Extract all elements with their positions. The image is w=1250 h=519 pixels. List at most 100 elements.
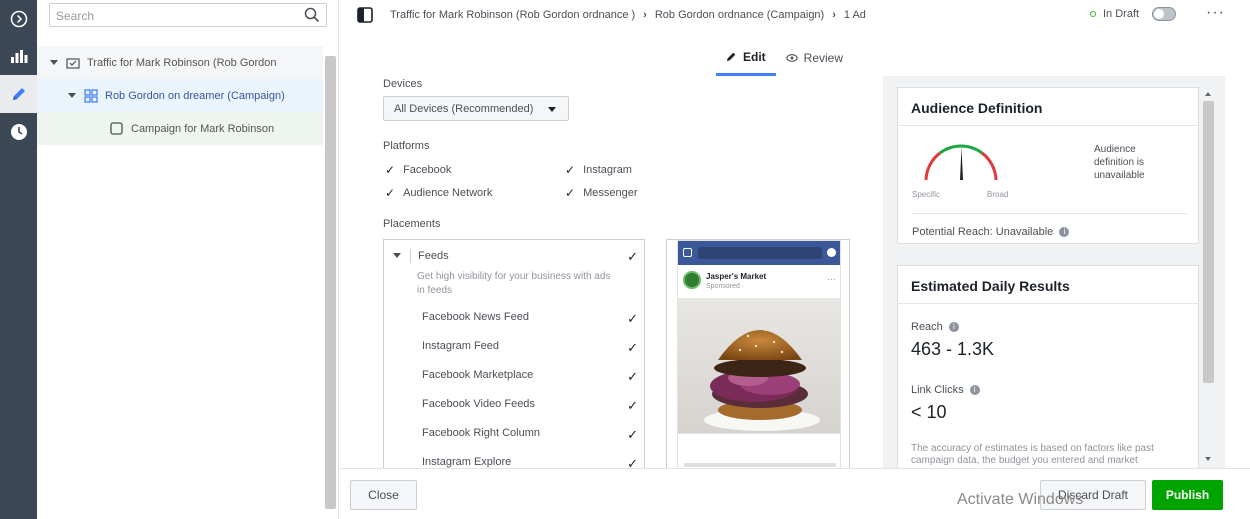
breadcrumb-adset[interactable]: Rob Gordon ordnance (Campaign): [655, 9, 824, 21]
platform-label: Instagram: [583, 164, 632, 176]
breadcrumb: Traffic for Mark Robinson (Rob Gordon or…: [390, 9, 866, 21]
action-bar: [684, 463, 836, 467]
scroll-down-icon[interactable]: [1205, 457, 1211, 461]
breadcrumb-ads[interactable]: 1 Ad: [844, 9, 866, 21]
ad-square-icon: [110, 122, 123, 135]
right-panel-scrollbar[interactable]: [1203, 101, 1214, 383]
audience-side-text: Audience definition is unavailable: [1094, 144, 1145, 181]
sponsored-label: Sponsored ·: [706, 283, 745, 290]
tree-item-campaign[interactable]: Traffic for Mark Robinson (Rob Gordon: [37, 46, 323, 79]
tree-list: Traffic for Mark Robinson (Rob Gordon Ro…: [37, 46, 323, 145]
placements-form: Devices All Devices (Recommended) Platfo…: [350, 76, 870, 469]
placement-item[interactable]: Facebook News Feed ✓: [384, 311, 644, 327]
placement-item[interactable]: Facebook Video Feeds ✓: [384, 398, 644, 414]
tree-item-ad[interactable]: Campaign for Mark Robinson: [37, 112, 323, 145]
placement-label: Instagram Feed: [422, 340, 500, 352]
platform-checkbox-messenger[interactable]: ✓ Messenger: [565, 186, 637, 200]
checkmark-icon: ✓: [627, 427, 638, 442]
estimates-note: The accuracy of estimates is based on fa…: [911, 443, 1154, 466]
info-icon[interactable]: i: [969, 385, 980, 396]
checkmark-icon: ✓: [385, 163, 396, 177]
close-button[interactable]: Close: [350, 480, 417, 510]
edit-nav-button[interactable]: [0, 75, 37, 113]
potential-reach: Potential Reach: Unavailable i: [912, 226, 1070, 238]
divider: [410, 249, 411, 263]
checkmark-icon: ✓: [385, 186, 396, 200]
divider: [678, 433, 840, 434]
collapse-panel-button[interactable]: [0, 0, 37, 38]
info-icon[interactable]: i: [948, 322, 959, 333]
platform-label: Audience Network: [403, 187, 493, 199]
tree-item-label: Traffic for Mark Robinson (Rob Gordon: [87, 56, 277, 69]
chevron-right-icon: [10, 10, 27, 28]
tab-label: Edit: [743, 49, 766, 64]
platform-label: Facebook: [403, 164, 452, 176]
placement-item[interactable]: Facebook Right Column ✓: [384, 427, 644, 443]
toggle-knob: [1154, 9, 1164, 19]
breadcrumb-campaign[interactable]: Traffic for Mark Robinson (Rob Gordon or…: [390, 9, 635, 21]
link-clicks-label: Link Clicks: [911, 384, 964, 396]
pencil-icon: [12, 88, 25, 100]
tab-review[interactable]: Review: [776, 40, 853, 76]
placement-item[interactable]: Facebook Marketplace ✓: [384, 369, 644, 385]
camera-icon: [683, 248, 692, 257]
placements-label: Placements: [383, 218, 441, 230]
placement-item[interactable]: Instagram Explore ✓: [384, 456, 644, 468]
placements-list: Feeds ✓ Get high visibility for your bus…: [383, 239, 645, 468]
active-toggle[interactable]: [1152, 7, 1176, 21]
platform-checkbox-audience-network[interactable]: ✓ Audience Network: [385, 186, 492, 200]
collapse-caret-icon[interactable]: [393, 253, 401, 258]
footer-bar: Close Discard Draft Publish Activate Win…: [340, 468, 1250, 519]
sidebar-toggle-icon[interactable]: [357, 7, 373, 23]
chevron-right-icon: ›: [643, 9, 647, 21]
potential-reach-text: Potential Reach: Unavailable: [912, 226, 1054, 238]
feeds-label: Feeds: [418, 250, 449, 262]
activate-windows-watermark: Activate Windows: [957, 491, 1084, 508]
expand-caret-icon[interactable]: [68, 93, 76, 98]
tree-scrollbar[interactable]: [325, 56, 336, 509]
ad-preview: Jasper's Market Sponsored · ···: [666, 239, 850, 469]
audience-gauge: [924, 144, 998, 181]
expand-caret-icon[interactable]: [50, 60, 58, 65]
caret-down-icon: [548, 107, 556, 112]
eye-icon: [785, 54, 798, 62]
publish-button[interactable]: Publish: [1152, 480, 1223, 510]
audience-definition-card: Audience Definition Specific Broad Audie…: [897, 87, 1199, 244]
reach-value: 463 - 1.3K: [911, 339, 995, 359]
reports-nav-button[interactable]: [0, 37, 37, 75]
checkmark-icon: ✓: [565, 163, 576, 177]
page-name: Jasper's Market: [706, 272, 767, 281]
scroll-up-icon[interactable]: [1205, 92, 1211, 96]
more-options-icon[interactable]: ···: [1206, 4, 1225, 22]
page-avatar: [683, 271, 701, 289]
devices-dropdown[interactable]: All Devices (Recommended): [383, 96, 569, 121]
tab-edit[interactable]: Edit: [716, 40, 776, 76]
search-input[interactable]: Search: [49, 3, 327, 27]
adset-grid-icon: [84, 88, 98, 103]
placement-label: Instagram Explore: [422, 456, 512, 468]
platform-checkbox-instagram[interactable]: ✓ Instagram: [565, 163, 632, 177]
campaign-tree-panel: Search Traffic for Mark Robinson (Rob Go…: [37, 0, 339, 519]
card-title: Estimated Daily Results: [898, 266, 1198, 304]
search-icon[interactable]: [304, 7, 320, 23]
platform-checkbox-facebook[interactable]: ✓ Facebook: [385, 163, 451, 177]
gauge-right-label: Broad: [987, 190, 1009, 199]
facebook-header-bar: [678, 241, 840, 265]
draft-status: In Draft: [1090, 8, 1139, 20]
feeds-group-header[interactable]: Feeds ✓: [384, 249, 644, 265]
right-panel: Audience Definition Specific Broad Audie…: [883, 76, 1225, 468]
checkmark-icon: ✓: [627, 369, 638, 384]
divider: [912, 213, 1187, 214]
search-placeholder: Search: [56, 9, 95, 23]
checkmark-icon: ✓: [627, 340, 638, 355]
placement-label: Facebook Video Feeds: [422, 398, 535, 410]
card-title: Audience Definition: [898, 88, 1198, 126]
checkmark-icon: ✓: [627, 398, 638, 413]
info-icon[interactable]: i: [1059, 227, 1070, 238]
history-nav-button[interactable]: [0, 113, 37, 151]
mode-tabs: Edit Review: [716, 40, 853, 76]
placement-item[interactable]: Instagram Feed ✓: [384, 340, 644, 356]
messenger-icon: [827, 248, 836, 257]
platforms-label: Platforms: [383, 140, 430, 152]
tree-item-adset[interactable]: Rob Gordon on dreamer (Campaign): [37, 79, 323, 112]
